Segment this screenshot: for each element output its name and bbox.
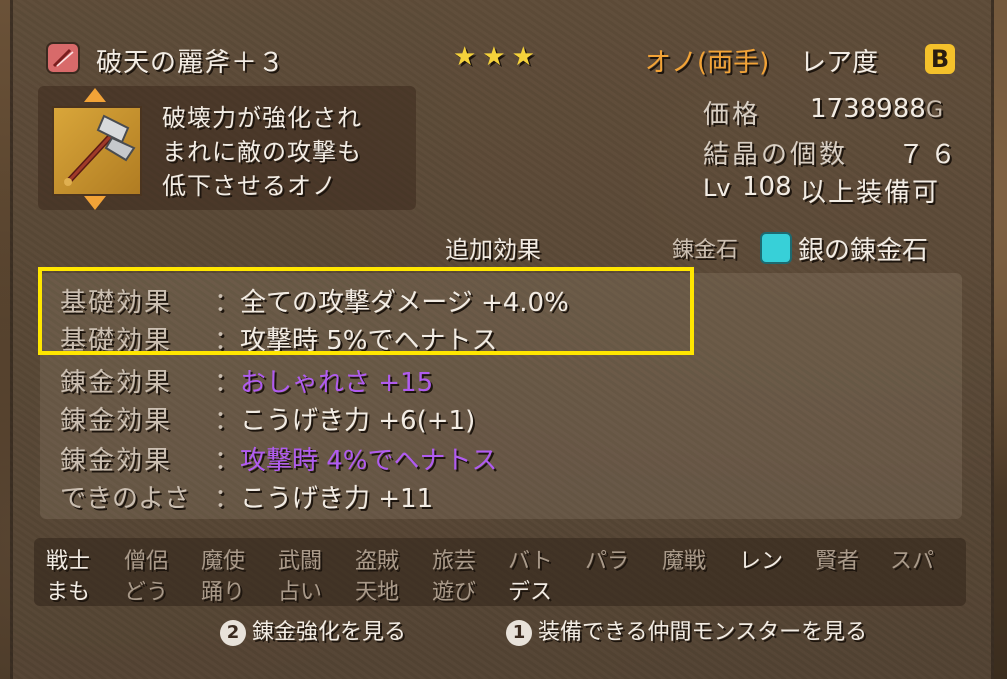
effect-colon: ：: [214, 368, 241, 398]
job-warrior: 戦士: [46, 549, 91, 574]
effect-label: できのよさ: [60, 484, 191, 514]
additional-effects-title: 追加効果: [445, 236, 541, 264]
job-sage: 賢者: [815, 549, 860, 574]
job-dancer: 踊り: [201, 580, 246, 605]
description-line-3: 低下させるオノ: [162, 172, 337, 200]
item-portrait: [52, 106, 142, 196]
effect-label: 錬金効果: [60, 446, 173, 476]
highlight-box: [38, 267, 694, 355]
effect-value: こうげき力 +11: [240, 484, 434, 514]
job-gadabout: 遊び: [432, 580, 477, 605]
view-monster-companions-label: 装備できる仲間モンスターを見る: [538, 620, 868, 645]
description-line-1: 破壊力が強化され: [162, 104, 362, 132]
axe-category-icon: [46, 42, 80, 74]
job-martial-artist: 武闘: [278, 549, 323, 574]
weapon-type: オノ(両手): [645, 48, 770, 78]
effect-value: 攻撃時 4%でヘナトス: [240, 446, 498, 476]
alchemy-stone-icon: [760, 232, 792, 264]
button-1-icon: 1: [506, 620, 532, 646]
scroll-up-arrow-icon[interactable]: [84, 88, 106, 102]
level-value: 108: [742, 172, 792, 202]
job-superstar: スパ: [890, 549, 935, 574]
effect-colon: ：: [214, 446, 241, 476]
job-thief: 盗賊: [355, 549, 400, 574]
job-item-master: どう: [124, 580, 169, 605]
crystal-count-label: 結晶の個数: [703, 140, 849, 170]
view-alchemy-label: 錬金強化を見る: [252, 620, 407, 645]
job-minstrel: 旅芸: [432, 549, 477, 574]
effect-colon: ：: [214, 406, 241, 436]
job-ranger: レン: [739, 549, 784, 574]
job-priest: 僧侶: [124, 549, 169, 574]
price-value: 1738988: [810, 94, 926, 124]
job-mage: 魔使: [201, 549, 246, 574]
job-battle-master: バト: [508, 549, 553, 574]
effect-value: こうげき力 +6(+1): [240, 406, 476, 436]
effect-colon: ：: [214, 484, 241, 514]
job-paladin: パラ: [585, 549, 630, 574]
level-prefix: Lv: [703, 174, 731, 202]
alchemy-stone-label: 錬金石: [672, 238, 739, 263]
scroll-down-arrow-icon[interactable]: [84, 196, 106, 210]
description-line-2: まれに敵の攻撃も: [162, 138, 362, 166]
button-2-icon: 2: [220, 620, 246, 646]
rarity-label: レア度: [800, 48, 879, 78]
level-suffix: 以上装備可: [800, 178, 941, 208]
job-monster-master: まも: [46, 580, 91, 605]
price-label: 価格: [703, 100, 762, 130]
effect-value: おしゃれさ +15: [240, 368, 434, 398]
alchemy-stone-name: 銀の錬金石: [798, 236, 929, 266]
effect-label: 錬金効果: [60, 368, 173, 398]
job-death-master: デス: [508, 580, 553, 605]
view-alchemy-button[interactable]: 2 錬金強化を見る: [220, 614, 406, 646]
item-name: 破天の麗斧＋３: [96, 48, 286, 78]
view-monster-companions-button[interactable]: 1 装備できる仲間モンスターを見る: [506, 614, 867, 646]
rarity-badge: B: [925, 44, 955, 74]
job-sage-tenchi: 天地: [355, 580, 400, 605]
job-spellblade: 魔戦: [662, 549, 707, 574]
effect-label: 錬金効果: [60, 406, 173, 436]
job-fortune-teller: 占い: [278, 580, 323, 605]
price-unit: G: [926, 98, 944, 123]
item-stars: ★★★: [453, 42, 541, 72]
crystal-count-value: ７６: [898, 140, 963, 170]
